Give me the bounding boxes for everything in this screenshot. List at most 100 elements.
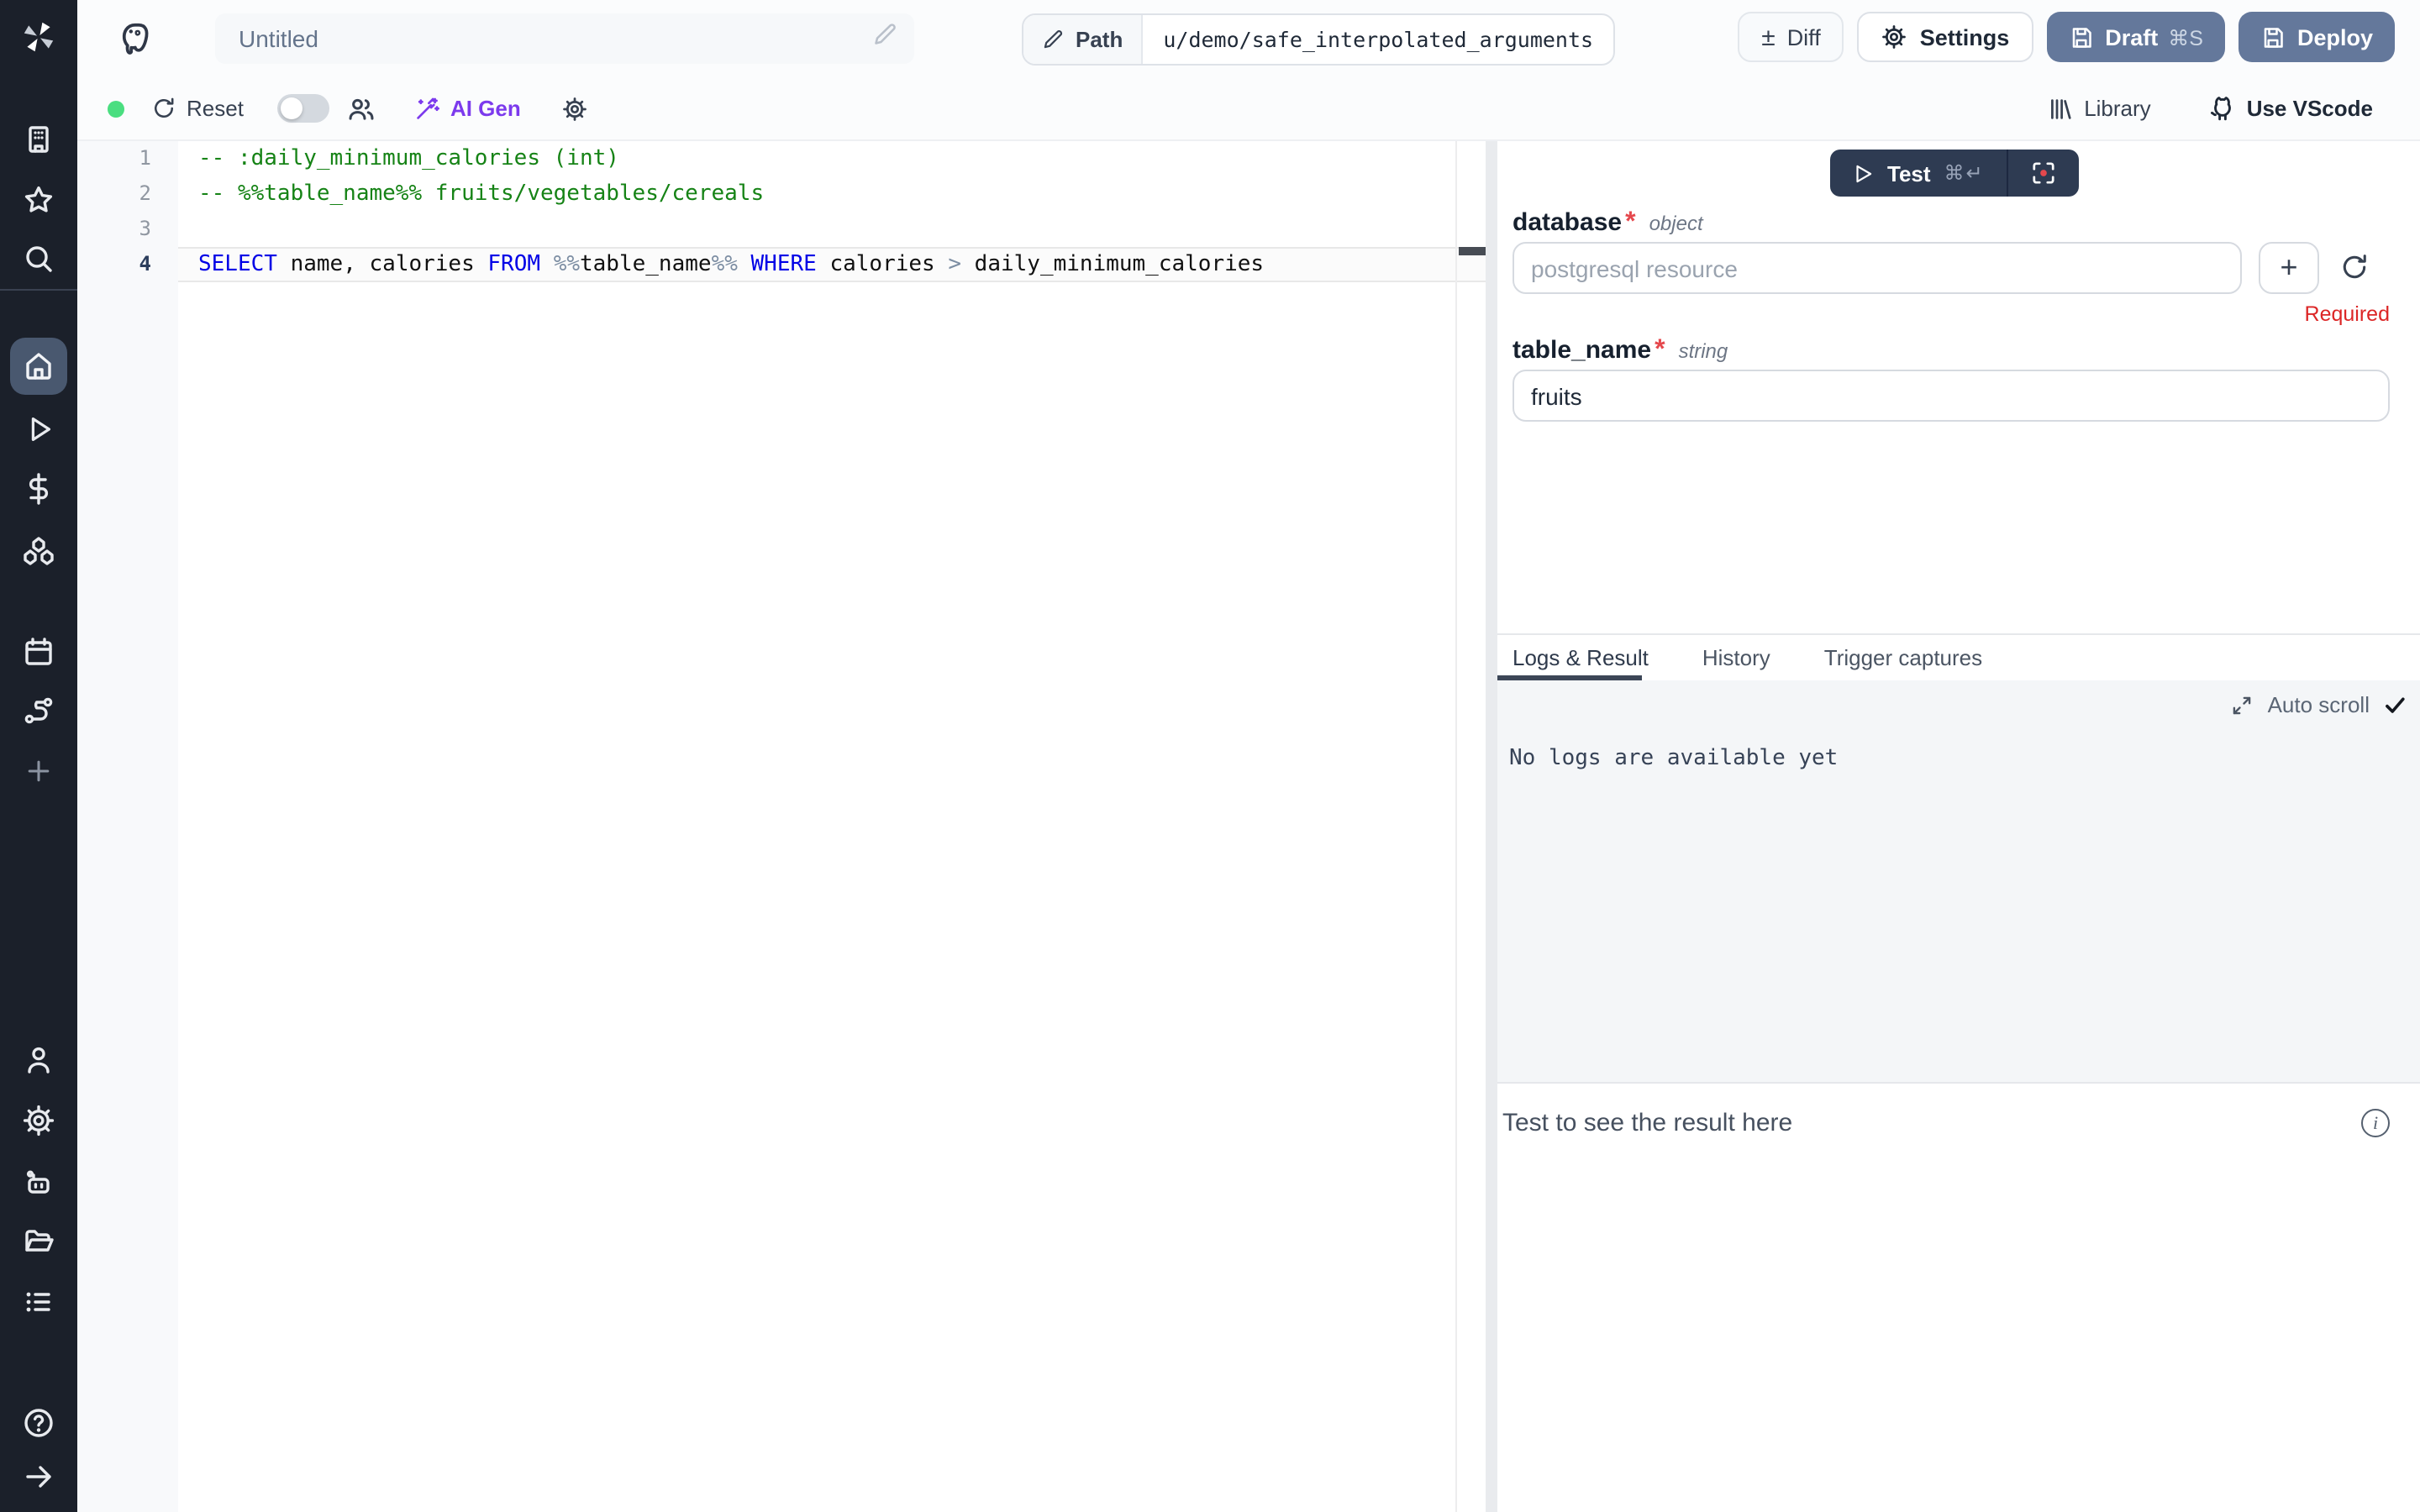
panel-resize-handle[interactable] [1486, 141, 1497, 1512]
sidebar-item-runs[interactable] [0, 408, 77, 449]
sidebar-item-home[interactable] [10, 338, 67, 395]
path-label-segment[interactable]: Path [1023, 15, 1143, 64]
database-resource-input[interactable] [1512, 242, 2242, 294]
arrow-right-icon [22, 1460, 55, 1494]
add-resource-button[interactable]: + [2259, 242, 2319, 294]
code-line-3[interactable]: 3 [77, 212, 1486, 247]
diff-button[interactable]: ± Diff [1738, 12, 1844, 62]
use-vscode-label: Use VScode [2247, 96, 2373, 121]
result-hint: Test to see the result here [1502, 1109, 1792, 1137]
script-title: Untitled [239, 25, 872, 52]
library-button[interactable]: Library [2047, 95, 2151, 122]
help-circle-icon [22, 1406, 55, 1440]
plus-icon [24, 756, 54, 786]
person-icon [22, 1043, 55, 1077]
sidebar-item-schedules[interactable] [0, 632, 77, 672]
editor-settings-button[interactable] [561, 95, 588, 122]
sidebar-item-variables[interactable] [0, 469, 77, 509]
required-asterisk: * [1625, 208, 1635, 239]
info-icon[interactable]: i [2361, 1109, 2390, 1137]
test-button[interactable]: Test ⌘↵ [1830, 150, 2007, 197]
cubes-icon [22, 534, 55, 568]
tab-logs-result[interactable]: Logs & Result [1512, 645, 1649, 670]
path-value: u/demo/safe_interpolated_arguments [1143, 15, 1613, 64]
play-icon [23, 412, 55, 444]
script-title-field[interactable]: Untitled [215, 13, 914, 64]
sidebar-item-search[interactable] [0, 239, 77, 279]
draft-button[interactable]: Draft ⌘S [2046, 12, 2225, 62]
field-type: string [1679, 339, 1728, 363]
library-icon [2047, 95, 2074, 122]
settings-button[interactable]: Settings [1858, 12, 2033, 62]
draft-button-label: Draft [2105, 24, 2158, 50]
sidebar-item-workers[interactable] [0, 1163, 77, 1203]
refresh-resources-button[interactable] [2339, 252, 2370, 291]
test-button-label: Test [1887, 160, 1931, 186]
dollar-icon [22, 472, 55, 506]
test-panel: Test ⌘↵ database* object + [1497, 141, 2420, 1512]
sidebar-item-add[interactable] [0, 751, 77, 791]
pencil-icon [1042, 29, 1064, 50]
use-vscode-button[interactable]: Use VScode [2208, 94, 2373, 123]
sidebar-item-user[interactable] [0, 1040, 77, 1080]
table-name-input[interactable] [1512, 370, 2390, 422]
tab-history[interactable]: History [1702, 645, 1770, 670]
refresh-icon [151, 96, 176, 121]
plus-minus-icon: ± [1761, 24, 1775, 50]
required-asterisk: * [1655, 336, 1665, 366]
collab-toggle[interactable] [277, 94, 329, 123]
sidebar-item-settings[interactable] [0, 1100, 77, 1141]
windmill-logo[interactable] [0, 17, 77, 57]
code-line-2[interactable]: 2-- %%table_name%% fruits/vegetables/cer… [77, 176, 1486, 212]
tab-trigger-captures[interactable]: Trigger captures [1824, 645, 1982, 670]
wand-sparkles-icon [413, 95, 440, 122]
result-tabs: Logs & Result History Trigger captures [1497, 633, 2420, 680]
auto-scroll-label: Auto scroll [2268, 692, 2370, 717]
sidebar-divider [0, 289, 77, 291]
home-icon [22, 349, 55, 383]
save-icon [2260, 24, 2286, 50]
focus-capture-icon [2030, 160, 2057, 186]
gear-icon [1881, 24, 1908, 50]
sidebar-item-logs[interactable] [0, 1282, 77, 1322]
draft-shortcut: ⌘S [2168, 24, 2203, 50]
code-editor[interactable]: 1-- :daily_minimum_calories (int)2-- %%t… [77, 141, 1486, 1512]
edit-title-pencil-icon[interactable] [872, 22, 897, 55]
calendar-icon [22, 635, 55, 669]
code-line-content[interactable]: SELECT name, calories FROM %%table_name%… [178, 247, 1486, 282]
line-number: 2 [77, 176, 178, 212]
editor-gutter [77, 141, 178, 1512]
line-number: 1 [77, 141, 178, 176]
deploy-button[interactable]: Deploy [2238, 12, 2395, 62]
capture-test-button[interactable] [2008, 150, 2079, 197]
auto-scroll-toggle[interactable]: Auto scroll [2231, 692, 2407, 717]
ai-gen-button[interactable]: AI Gen [413, 95, 521, 122]
required-message: Required [2305, 302, 2390, 326]
search-icon [22, 242, 55, 276]
code-line-content[interactable]: -- %%table_name%% fruits/vegetables/cere… [178, 176, 1486, 212]
sidebar-item-folders[interactable] [0, 1221, 77, 1262]
ai-gen-label: AI Gen [450, 96, 521, 121]
active-tab-underline [1497, 675, 1642, 680]
robot-icon [22, 1166, 55, 1200]
code-line-content[interactable]: -- :daily_minimum_calories (int) [178, 141, 1486, 176]
top-header: Untitled Path u/demo/safe_interpolated_a… [77, 0, 2420, 77]
result-section: Test to see the result here i [1502, 1109, 2390, 1137]
code-line-content[interactable] [178, 212, 1486, 247]
sidebar-item-workspace[interactable] [0, 119, 77, 160]
collaborators-button[interactable] [346, 93, 376, 123]
script-path-control[interactable]: Path u/demo/safe_interpolated_arguments [1022, 13, 1615, 66]
code-line-1[interactable]: 1-- :daily_minimum_calories (int) [77, 141, 1486, 176]
logs-panel: Auto scroll No logs are available yet [1497, 680, 2420, 1084]
sidebar-item-favorites[interactable] [0, 180, 77, 220]
expand-icon[interactable] [2231, 693, 2254, 717]
sidebar-item-routes[interactable] [0, 690, 77, 731]
database-field-label: database* object [1512, 208, 1703, 239]
settings-button-label: Settings [1920, 24, 2010, 50]
code-line-4[interactable]: 4SELECT name, calories FROM %%table_name… [77, 247, 1486, 282]
sidebar-item-help[interactable] [0, 1403, 77, 1443]
star-icon [22, 183, 55, 217]
reset-button[interactable]: Reset [151, 96, 244, 121]
sidebar-item-resources[interactable] [0, 531, 77, 571]
sidebar-expand-button[interactable] [0, 1457, 77, 1497]
